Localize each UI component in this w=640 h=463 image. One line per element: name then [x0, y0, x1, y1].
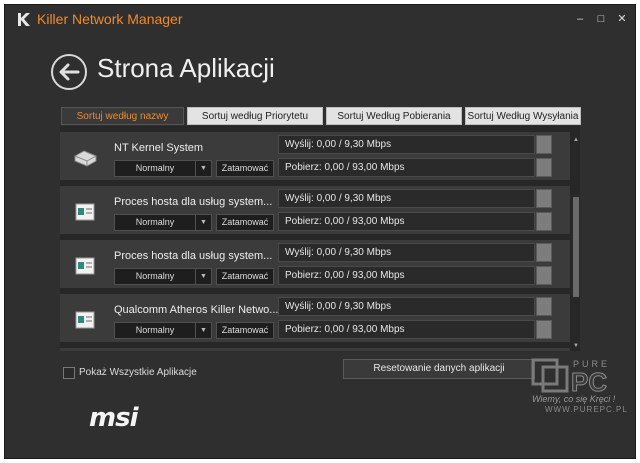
priority-dropdown[interactable]: Normalny ▼: [114, 268, 212, 285]
download-bandwidth: Pobierz: 0,00 / 93,00 Mbps: [278, 320, 535, 339]
purepc-logo-icon: [531, 358, 569, 393]
priority-value: Normalny: [135, 217, 175, 227]
download-bandwidth: Pobierz: 0,00 / 93,00 Mbps: [278, 158, 535, 177]
list-scrollbar[interactable]: ▲ ▼: [571, 135, 581, 351]
maximize-button[interactable]: □: [592, 11, 610, 27]
tab-sort-by-upload[interactable]: Sortuj Według Wysyłania: [465, 107, 581, 125]
scroll-thumb[interactable]: [573, 197, 579, 297]
page-title: Strona Aplikacji: [97, 53, 275, 83]
show-all-label: Pokaż Wszystkie Aplikacje: [79, 367, 197, 378]
app-name: Proces hosta dla usług system...: [114, 250, 273, 262]
app-name: Proces hosta dla usług system...: [114, 196, 273, 208]
app-window-icon: [75, 203, 95, 221]
download-bandwidth: Pobierz: 0,00 / 93,00 Mbps: [278, 212, 535, 231]
show-all-checkbox[interactable]: [63, 367, 75, 379]
upload-bandwidth: Wyślij: 0,00 / 9,30 Mbps: [278, 135, 535, 154]
download-limit-slider[interactable]: [536, 158, 552, 177]
watermark-url: WWW.PUREPC.PL: [545, 405, 628, 414]
list-item-partial: [60, 348, 570, 351]
priority-value: Normalny: [135, 163, 175, 173]
app-window-icon: [75, 257, 95, 275]
tab-sort-by-name[interactable]: Sortuj według nazwy: [61, 107, 184, 125]
application-list: NT Kernel System Normalny ▼ Zatamować Wy…: [60, 126, 580, 351]
app-window-icon: [75, 311, 95, 329]
upload-limit-slider[interactable]: [536, 243, 552, 262]
priority-dropdown[interactable]: Normalny ▼: [114, 322, 212, 339]
app-name: Qualcomm Atheros Killer Netwo...: [114, 304, 279, 316]
download-limit-slider[interactable]: [536, 212, 552, 231]
system-drive-icon: [74, 150, 97, 167]
chevron-down-icon[interactable]: ▼: [195, 215, 211, 230]
list-item: Proces hosta dla usług system... Normaln…: [60, 240, 570, 288]
arrow-left-icon: [59, 63, 80, 81]
chevron-down-icon[interactable]: ▼: [195, 269, 211, 284]
priority-value: Normalny: [135, 271, 175, 281]
upload-bandwidth: Wyślij: 0,00 / 9,30 Mbps: [278, 189, 535, 208]
killer-logo-icon: [18, 13, 30, 26]
reset-app-data-button[interactable]: Resetowanie danych aplikacji: [343, 359, 535, 379]
download-limit-slider[interactable]: [536, 320, 552, 339]
title-bar: Killer Network Manager – □ ✕: [5, 5, 635, 33]
upload-limit-slider[interactable]: [536, 297, 552, 316]
app-name: NT Kernel System: [114, 142, 204, 154]
upload-limit-slider[interactable]: [536, 189, 552, 208]
msi-logo: msi: [89, 403, 138, 433]
download-limit-slider[interactable]: [536, 266, 552, 285]
block-button[interactable]: Zatamować: [216, 160, 274, 177]
tab-sort-by-priority[interactable]: Sortuj według Priorytetu: [187, 107, 323, 125]
upload-limit-slider[interactable]: [536, 135, 552, 154]
priority-value: Normalny: [135, 325, 175, 335]
priority-dropdown[interactable]: Normalny ▼: [114, 160, 212, 177]
back-button[interactable]: [51, 54, 87, 90]
list-item: NT Kernel System Normalny ▼ Zatamować Wy…: [60, 132, 570, 180]
window-title: Killer Network Manager: [37, 11, 183, 27]
tab-sort-by-download[interactable]: Sortuj Według Pobierania: [326, 107, 462, 125]
upload-bandwidth: Wyślij: 0,00 / 9,30 Mbps: [278, 297, 535, 316]
priority-dropdown[interactable]: Normalny ▼: [114, 214, 212, 231]
chevron-down-icon[interactable]: ▼: [195, 161, 211, 176]
chevron-down-icon[interactable]: ▼: [195, 323, 211, 338]
close-button[interactable]: ✕: [613, 11, 631, 27]
app-window: Killer Network Manager – □ ✕ Strona Apli…: [4, 4, 636, 459]
list-item: Qualcomm Atheros Killer Netwo... Normaln…: [60, 294, 570, 342]
scroll-up-icon[interactable]: ▲: [571, 135, 581, 145]
scroll-down-icon[interactable]: ▼: [571, 341, 581, 351]
upload-bandwidth: Wyślij: 0,00 / 9,30 Mbps: [278, 243, 535, 262]
watermark-tagline: Wiemy, co się Kręci !: [532, 394, 616, 404]
block-button[interactable]: Zatamować: [216, 322, 274, 339]
list-item: Proces hosta dla usług system... Normaln…: [60, 186, 570, 234]
minimize-button[interactable]: –: [571, 11, 589, 27]
download-bandwidth: Pobierz: 0,00 / 93,00 Mbps: [278, 266, 535, 285]
block-button[interactable]: Zatamować: [216, 214, 274, 231]
block-button[interactable]: Zatamować: [216, 268, 274, 285]
